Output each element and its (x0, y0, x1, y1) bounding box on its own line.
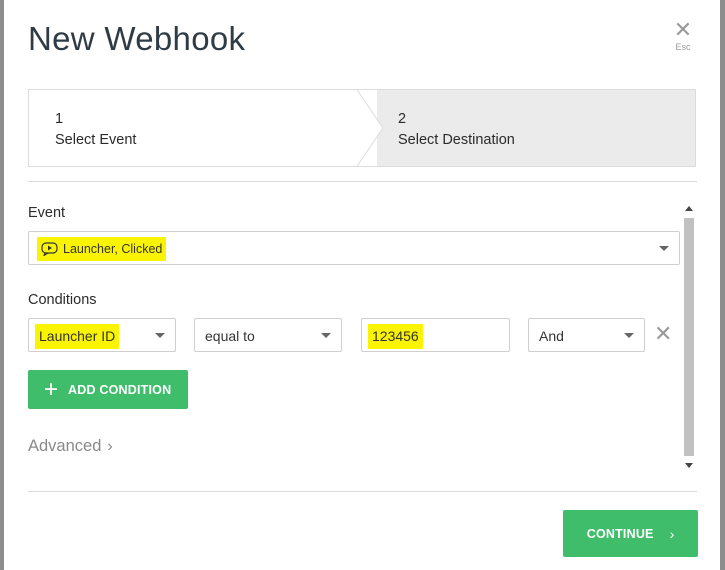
event-selected-value: Launcher, Clicked (37, 237, 167, 261)
condition-operator-value: equal to (205, 328, 255, 344)
conditions-label: Conditions (28, 292, 97, 308)
step-label: Select Destination (398, 132, 515, 148)
condition-field-select[interactable]: Launcher ID (28, 318, 176, 352)
step-arrow (354, 90, 384, 166)
new-webhook-dialog: New Webhook ✕ Esc 1 Select Event 2 Selec… (4, 0, 720, 570)
step-select-destination[interactable]: 2 Select Destination (398, 109, 515, 151)
step-label: Select Event (55, 132, 137, 148)
chevron-down-icon (321, 333, 331, 338)
scroll-down-arrow-icon[interactable] (685, 463, 693, 468)
condition-field-value: Launcher ID (35, 324, 120, 349)
wizard-steps: 1 Select Event 2 Select Destination (28, 89, 696, 167)
chevron-down-icon (624, 333, 634, 338)
add-condition-button[interactable]: + ADD CONDITION (28, 370, 188, 409)
close-shortcut-label: Esc (675, 42, 691, 52)
scrollbar[interactable] (684, 206, 694, 468)
condition-value-text: 123456 (368, 324, 423, 349)
advanced-label: Advanced (28, 437, 102, 455)
close-button[interactable]: ✕ Esc (668, 17, 698, 53)
video-play-icon (41, 242, 58, 256)
step-number: 2 (398, 111, 407, 127)
chevron-right-icon: › (107, 438, 113, 455)
footer-divider (28, 491, 697, 492)
step-select-event[interactable]: 1 Select Event (55, 109, 136, 151)
close-icon: ✕ (673, 17, 693, 42)
continue-label: CONTINUE (586, 526, 654, 541)
condition-join-value: And (539, 328, 564, 344)
chevron-right-icon: › (669, 525, 675, 542)
event-label: Event (28, 205, 66, 221)
event-value-text: Launcher, Clicked (63, 242, 163, 256)
condition-operator-select[interactable]: equal to (194, 318, 342, 352)
condition-join-select[interactable]: And (528, 318, 645, 352)
remove-condition-icon[interactable]: ✕ (654, 323, 672, 345)
plus-icon: + (44, 375, 59, 403)
scrollbar-thumb[interactable] (684, 218, 694, 456)
scroll-up-arrow-icon[interactable] (685, 206, 693, 211)
chevron-down-icon (659, 246, 669, 251)
step-number: 1 (55, 111, 64, 127)
event-select[interactable]: Launcher, Clicked (28, 231, 680, 265)
condition-value-input[interactable]: 123456 (361, 318, 510, 352)
advanced-toggle[interactable]: Advanced › (28, 437, 113, 456)
add-condition-label: ADD CONDITION (68, 382, 172, 397)
chevron-down-icon (155, 333, 165, 338)
continue-button[interactable]: CONTINUE › (563, 510, 698, 557)
dialog-title: New Webhook (28, 20, 246, 57)
divider (28, 181, 697, 182)
